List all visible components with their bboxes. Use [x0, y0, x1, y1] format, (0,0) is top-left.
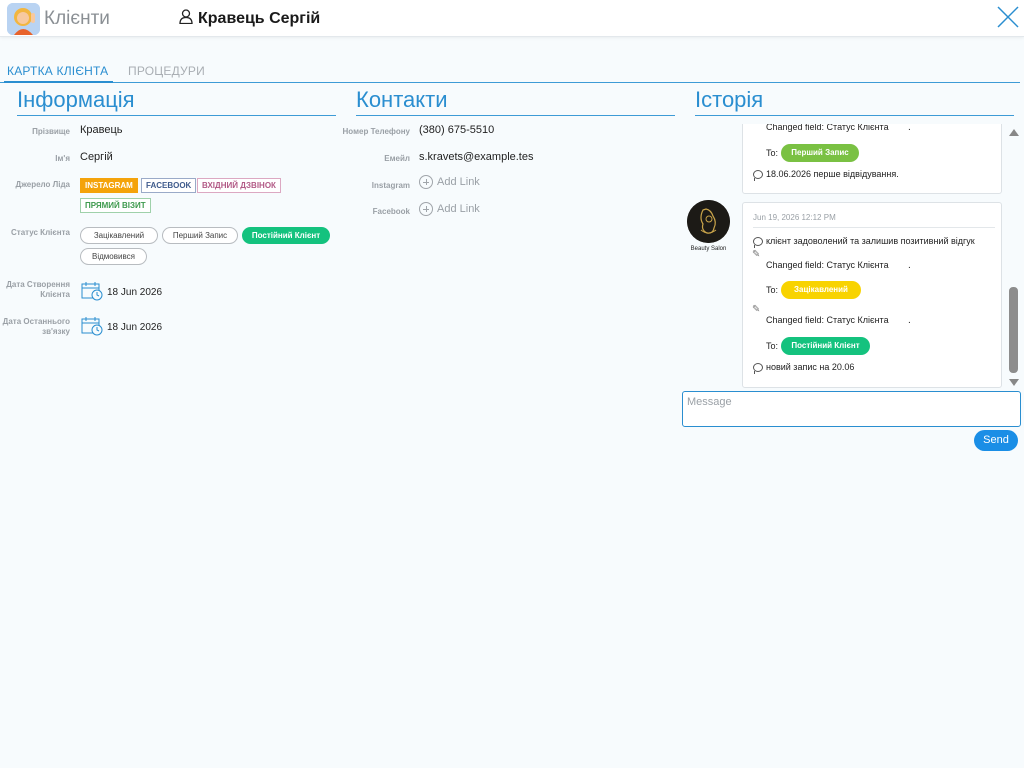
comment-icon — [753, 363, 763, 374]
section-title-info: Інформація — [17, 87, 336, 116]
author-avatar — [687, 200, 730, 243]
history-feed[interactable]: Changed field: Статус Клієнта . To: Перш… — [683, 124, 1020, 388]
status-chip-first-visit: Перший Запис — [781, 144, 859, 162]
pencil-icon: ✎ — [752, 249, 761, 260]
surname-value[interactable]: Кравець — [80, 124, 123, 136]
to-label: To: — [766, 285, 779, 295]
email-value[interactable]: s.kravets@example.tes — [419, 151, 534, 163]
instagram-add-link[interactable]: Add Link — [419, 175, 480, 189]
status-chip-interested: Зацікавлений — [781, 281, 861, 299]
dot-text: . — [908, 260, 911, 271]
add-link-label: Add Link — [437, 176, 480, 188]
scroll-thumb[interactable] — [1009, 287, 1018, 373]
calendar-icon[interactable] — [81, 281, 103, 306]
history-entry: Changed field: Статус Клієнта . To: Перш… — [742, 124, 1002, 194]
user-icon — [179, 9, 193, 29]
status-chip-regular: Постійний Клієнт — [781, 337, 870, 355]
pencil-icon: ✎ — [752, 304, 761, 315]
name-value[interactable]: Сергій — [80, 151, 113, 163]
scroll-up-arrow-icon[interactable] — [1009, 129, 1019, 136]
lead-tag-direct-visit[interactable]: ПРЯМИЙ ВІЗИТ — [80, 198, 151, 213]
changed-field-text: Changed field: Статус Клієнта — [766, 315, 889, 325]
phone-label: Номер Телефону — [342, 127, 410, 136]
created-date-label: Дата Створення Клієнта — [6, 280, 70, 299]
status-pill-declined[interactable]: Відмовився — [80, 248, 147, 265]
status-pill-interested[interactable]: Зацікавлений — [80, 227, 158, 244]
app-header: Клієнти Кравець Сергій — [0, 0, 1024, 37]
dot-text: . — [908, 124, 911, 133]
tab-bar: КАРТКА КЛІЄНТА ПРОЦЕДУРИ — [0, 60, 1020, 83]
tab-procedures[interactable]: ПРОЦЕДУРИ — [128, 64, 205, 78]
calendar-icon[interactable] — [81, 316, 103, 341]
phone-value[interactable]: (380) 675-5510 — [419, 124, 494, 136]
facebook-add-link[interactable]: Add Link — [419, 202, 480, 216]
plus-circle-icon — [419, 175, 433, 189]
close-icon[interactable] — [995, 4, 1021, 30]
status-label: Статус Клієнта — [11, 228, 70, 237]
changed-field-text: Changed field: Статус Клієнта — [766, 260, 889, 270]
comment-text: 18.06.2026 перше відвідування. — [766, 169, 899, 179]
name-label: Ім'я — [55, 154, 70, 163]
tab-client-card[interactable]: КАРТКА КЛІЄНТА — [3, 64, 114, 83]
status-pill-regular[interactable]: Постійний Клієнт — [242, 227, 330, 244]
plus-circle-icon — [419, 202, 433, 216]
timestamp: Jun 19, 2026 12:12 PM — [753, 213, 836, 222]
comment-text: клієнт задоволений та залишив позитивний… — [766, 236, 975, 246]
to-label: To: — [766, 148, 779, 158]
lead-tag-facebook[interactable]: FACEBOOK — [141, 178, 197, 193]
add-link-label: Add Link — [437, 203, 480, 215]
comment-icon — [753, 170, 763, 181]
divider — [753, 227, 995, 228]
history-entry: Jun 19, 2026 12:12 PM клієнт задоволений… — [742, 202, 1002, 388]
client-name: Кравець Сергій — [198, 10, 321, 27]
author-name: Beauty Salon — [690, 246, 727, 252]
history-scrollbar[interactable] — [1007, 126, 1019, 388]
section-title-history: Історія — [695, 87, 1014, 116]
created-date-value: 18 Jun 2026 — [107, 287, 163, 298]
dot-text: . — [908, 315, 911, 326]
comment-text: новий запис на 20.06 — [766, 362, 855, 372]
comment-icon — [753, 237, 763, 248]
message-input[interactable] — [682, 391, 1021, 427]
send-button[interactable]: Send — [974, 430, 1018, 451]
lead-tag-instagram[interactable]: INSTAGRAM — [80, 178, 138, 193]
last-contact-label: Дата Останнього зв'язку — [2, 317, 70, 336]
lead-source-label: Джерело Ліда — [15, 180, 71, 189]
surname-label: Прізвище — [32, 127, 70, 136]
instagram-label: Instagram — [371, 181, 410, 190]
email-label: Емейл — [384, 154, 410, 163]
lead-tag-incoming-call[interactable]: ВХІДНИЙ ДЗВІНОК — [197, 178, 281, 193]
section-title-contacts: Контакти — [356, 87, 675, 116]
last-contact-date-value: 18 Jun 2026 — [107, 322, 163, 333]
changed-field-text: Changed field: Статус Клієнта — [766, 124, 889, 132]
scroll-down-arrow-icon[interactable] — [1009, 379, 1019, 386]
to-label: To: — [766, 341, 779, 351]
client-header: Кравець Сергій — [179, 9, 320, 29]
status-pill-first-visit[interactable]: Перший Запис — [162, 227, 238, 244]
app-logo-icon — [7, 3, 40, 35]
app-title: Клієнти — [44, 8, 110, 29]
facebook-label: Facebook — [372, 207, 410, 216]
